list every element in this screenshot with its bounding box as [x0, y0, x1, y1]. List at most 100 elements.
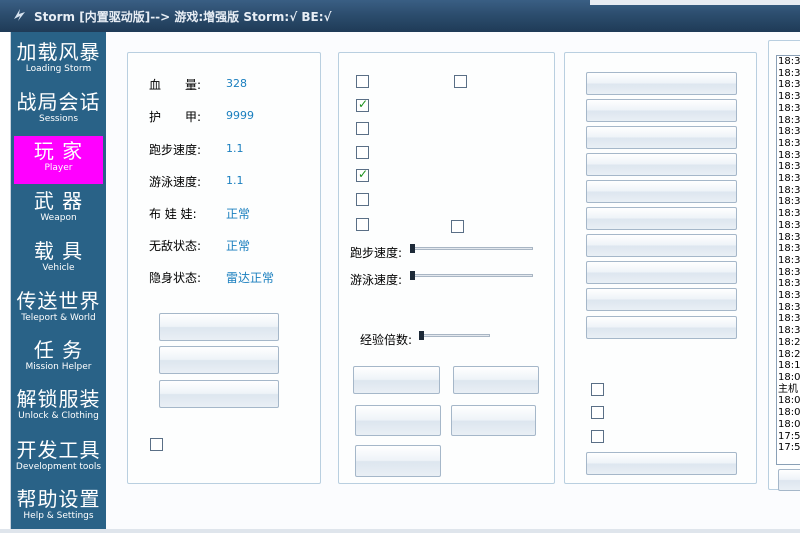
- sidebar-item-teleport-world[interactable]: 传送世界 Teleport & World: [11, 286, 106, 334]
- log-line: 18:3: [778, 196, 800, 208]
- log-line: 18:3: [778, 161, 800, 173]
- sidebar-item-development-tools[interactable]: 开发工具 Development tools: [11, 435, 106, 483]
- sidebar-item-label: 武 器: [33, 189, 84, 213]
- log-line: 17:5: [778, 430, 800, 442]
- list-button-2[interactable]: [586, 99, 737, 122]
- log-line: 18:1: [778, 360, 800, 372]
- player-option-checkbox[interactable]: [150, 438, 163, 451]
- exp-multiplier-slider-thumb[interactable]: [419, 331, 424, 340]
- log-line: 18:0: [778, 371, 800, 383]
- list-button-10[interactable]: [586, 316, 737, 339]
- log-line: 18:2: [778, 336, 800, 348]
- log-line: 18:3: [778, 219, 800, 231]
- sidebar-item-weapon[interactable]: 武 器 Weapon: [11, 186, 106, 234]
- option-checkbox-4[interactable]: [356, 122, 369, 135]
- sidebar-item-label: 传送世界: [16, 289, 101, 313]
- player-action-button-2[interactable]: [159, 346, 279, 374]
- list-checkbox-2[interactable]: [591, 406, 604, 419]
- log-line: 18:3: [778, 126, 800, 138]
- option-checkbox-5[interactable]: [356, 146, 369, 159]
- log-line: 17:5: [778, 442, 800, 454]
- log-line: 18:3: [778, 313, 800, 325]
- list-button-4[interactable]: [586, 153, 737, 176]
- sidebar-item-unlock-clothing[interactable]: 解锁服装 Unlock & Clothing: [11, 384, 106, 432]
- options-button-5[interactable]: [355, 445, 441, 477]
- run-speed-value: 1.1: [226, 142, 244, 155]
- log-line: 18:3: [778, 208, 800, 220]
- log-line: 18:3: [778, 231, 800, 243]
- stealth-label: 隐身状态:: [149, 271, 202, 285]
- sidebar-item-sublabel: Teleport & World: [21, 313, 96, 323]
- swim-speed-slider[interactable]: [411, 274, 533, 277]
- option-checkbox-7[interactable]: [356, 193, 369, 206]
- log-line: 18:3: [778, 79, 800, 91]
- list-checkbox-1[interactable]: [591, 383, 604, 396]
- option-checkbox-6[interactable]: [356, 167, 369, 182]
- options-button-4[interactable]: [451, 405, 536, 436]
- log-line: 18:3: [778, 114, 800, 126]
- list-button-5[interactable]: [586, 180, 737, 203]
- list-button-9[interactable]: [586, 288, 737, 311]
- list-button-3[interactable]: [586, 126, 737, 149]
- option-checkbox-2[interactable]: [454, 75, 467, 88]
- run-speed-slider-label: 跑步速度:: [350, 246, 403, 260]
- option-checkbox-9[interactable]: [451, 220, 464, 233]
- sidebar-item-player[interactable]: 玩 家 Player: [14, 136, 103, 184]
- options-button-2[interactable]: [453, 366, 539, 394]
- log-line: 18:3: [778, 56, 800, 67]
- sidebar-item-label: 载 具: [33, 239, 84, 263]
- log-button[interactable]: [778, 469, 800, 491]
- sidebar-item-label: 玩 家: [33, 139, 84, 163]
- sidebar-item-label: 加载风暴: [16, 40, 101, 64]
- log-line: 18:3: [778, 254, 800, 266]
- sidebar-item-sublabel: Help & Settings: [23, 511, 94, 521]
- sidebar-item-loading-storm[interactable]: 加载风暴 Loading Storm: [11, 37, 106, 85]
- health-label: 血 量:: [149, 78, 202, 92]
- run-speed-slider-thumb[interactable]: [410, 244, 415, 253]
- run-speed-slider[interactable]: [411, 247, 533, 250]
- log-line: 18:3: [778, 266, 800, 278]
- sidebar-item-label: 战局会话: [16, 90, 101, 114]
- list-button-8[interactable]: [586, 261, 737, 284]
- option-checkbox-8[interactable]: [356, 218, 369, 231]
- sidebar-item-sublabel: Unlock & Clothing: [18, 411, 99, 421]
- list-button-7[interactable]: [586, 234, 737, 257]
- swim-speed-slider-thumb[interactable]: [410, 271, 415, 280]
- sidebar-item-sublabel: Vehicle: [42, 263, 75, 273]
- top-strip: [590, 0, 800, 5]
- option-checkbox-3[interactable]: [356, 97, 369, 112]
- log-line: 18:3: [778, 278, 800, 290]
- list-checkbox-3[interactable]: [591, 430, 604, 443]
- ragdoll-label: 布 娃 娃:: [149, 207, 197, 221]
- options-button-3[interactable]: [355, 405, 441, 436]
- log-line: 18:3: [778, 243, 800, 255]
- sidebar-item-help-settings[interactable]: 帮助设置 Help & Settings: [11, 484, 106, 532]
- run-speed-label: 跑步速度:: [149, 143, 202, 157]
- list-button-1[interactable]: [586, 72, 737, 95]
- window-bottom-edge: [0, 529, 800, 533]
- log-list[interactable]: 18:3 18:3 18:3 18:3 18:3 18:3 18:3 18:3 18:3 18:3…: [776, 55, 800, 465]
- list-button-11[interactable]: [586, 452, 737, 475]
- sidebar-item-label: 任 务: [33, 338, 84, 362]
- option-checkbox-1[interactable]: [356, 75, 369, 88]
- player-action-button-3[interactable]: [159, 380, 279, 408]
- log-line: 18:3: [778, 102, 800, 114]
- stealth-value: 雷达正常: [226, 271, 275, 285]
- sidebar-item-mission-helper[interactable]: 任 务 Mission Helper: [11, 335, 106, 383]
- log-line: 18:3: [778, 67, 800, 79]
- invincible-label: 无敌状态:: [149, 239, 202, 253]
- exp-multiplier-slider[interactable]: [420, 334, 490, 337]
- log-line: 18:3: [778, 184, 800, 196]
- sidebar-item-sessions[interactable]: 战局会话 Sessions: [11, 87, 106, 135]
- options-button-1[interactable]: [353, 366, 440, 394]
- sidebar-item-label: 帮助设置: [16, 487, 101, 511]
- log-line: 18:2: [778, 348, 800, 360]
- invincible-value: 正常: [226, 239, 251, 253]
- player-action-button-1[interactable]: [159, 313, 279, 341]
- list-button-6[interactable]: [586, 207, 737, 230]
- sidebar-item-sublabel: Player: [44, 163, 73, 173]
- sidebar-edge: [0, 32, 11, 533]
- log-line: 主机: [778, 383, 798, 395]
- ragdoll-value: 正常: [226, 207, 251, 221]
- sidebar-item-vehicle[interactable]: 载 具 Vehicle: [11, 236, 106, 284]
